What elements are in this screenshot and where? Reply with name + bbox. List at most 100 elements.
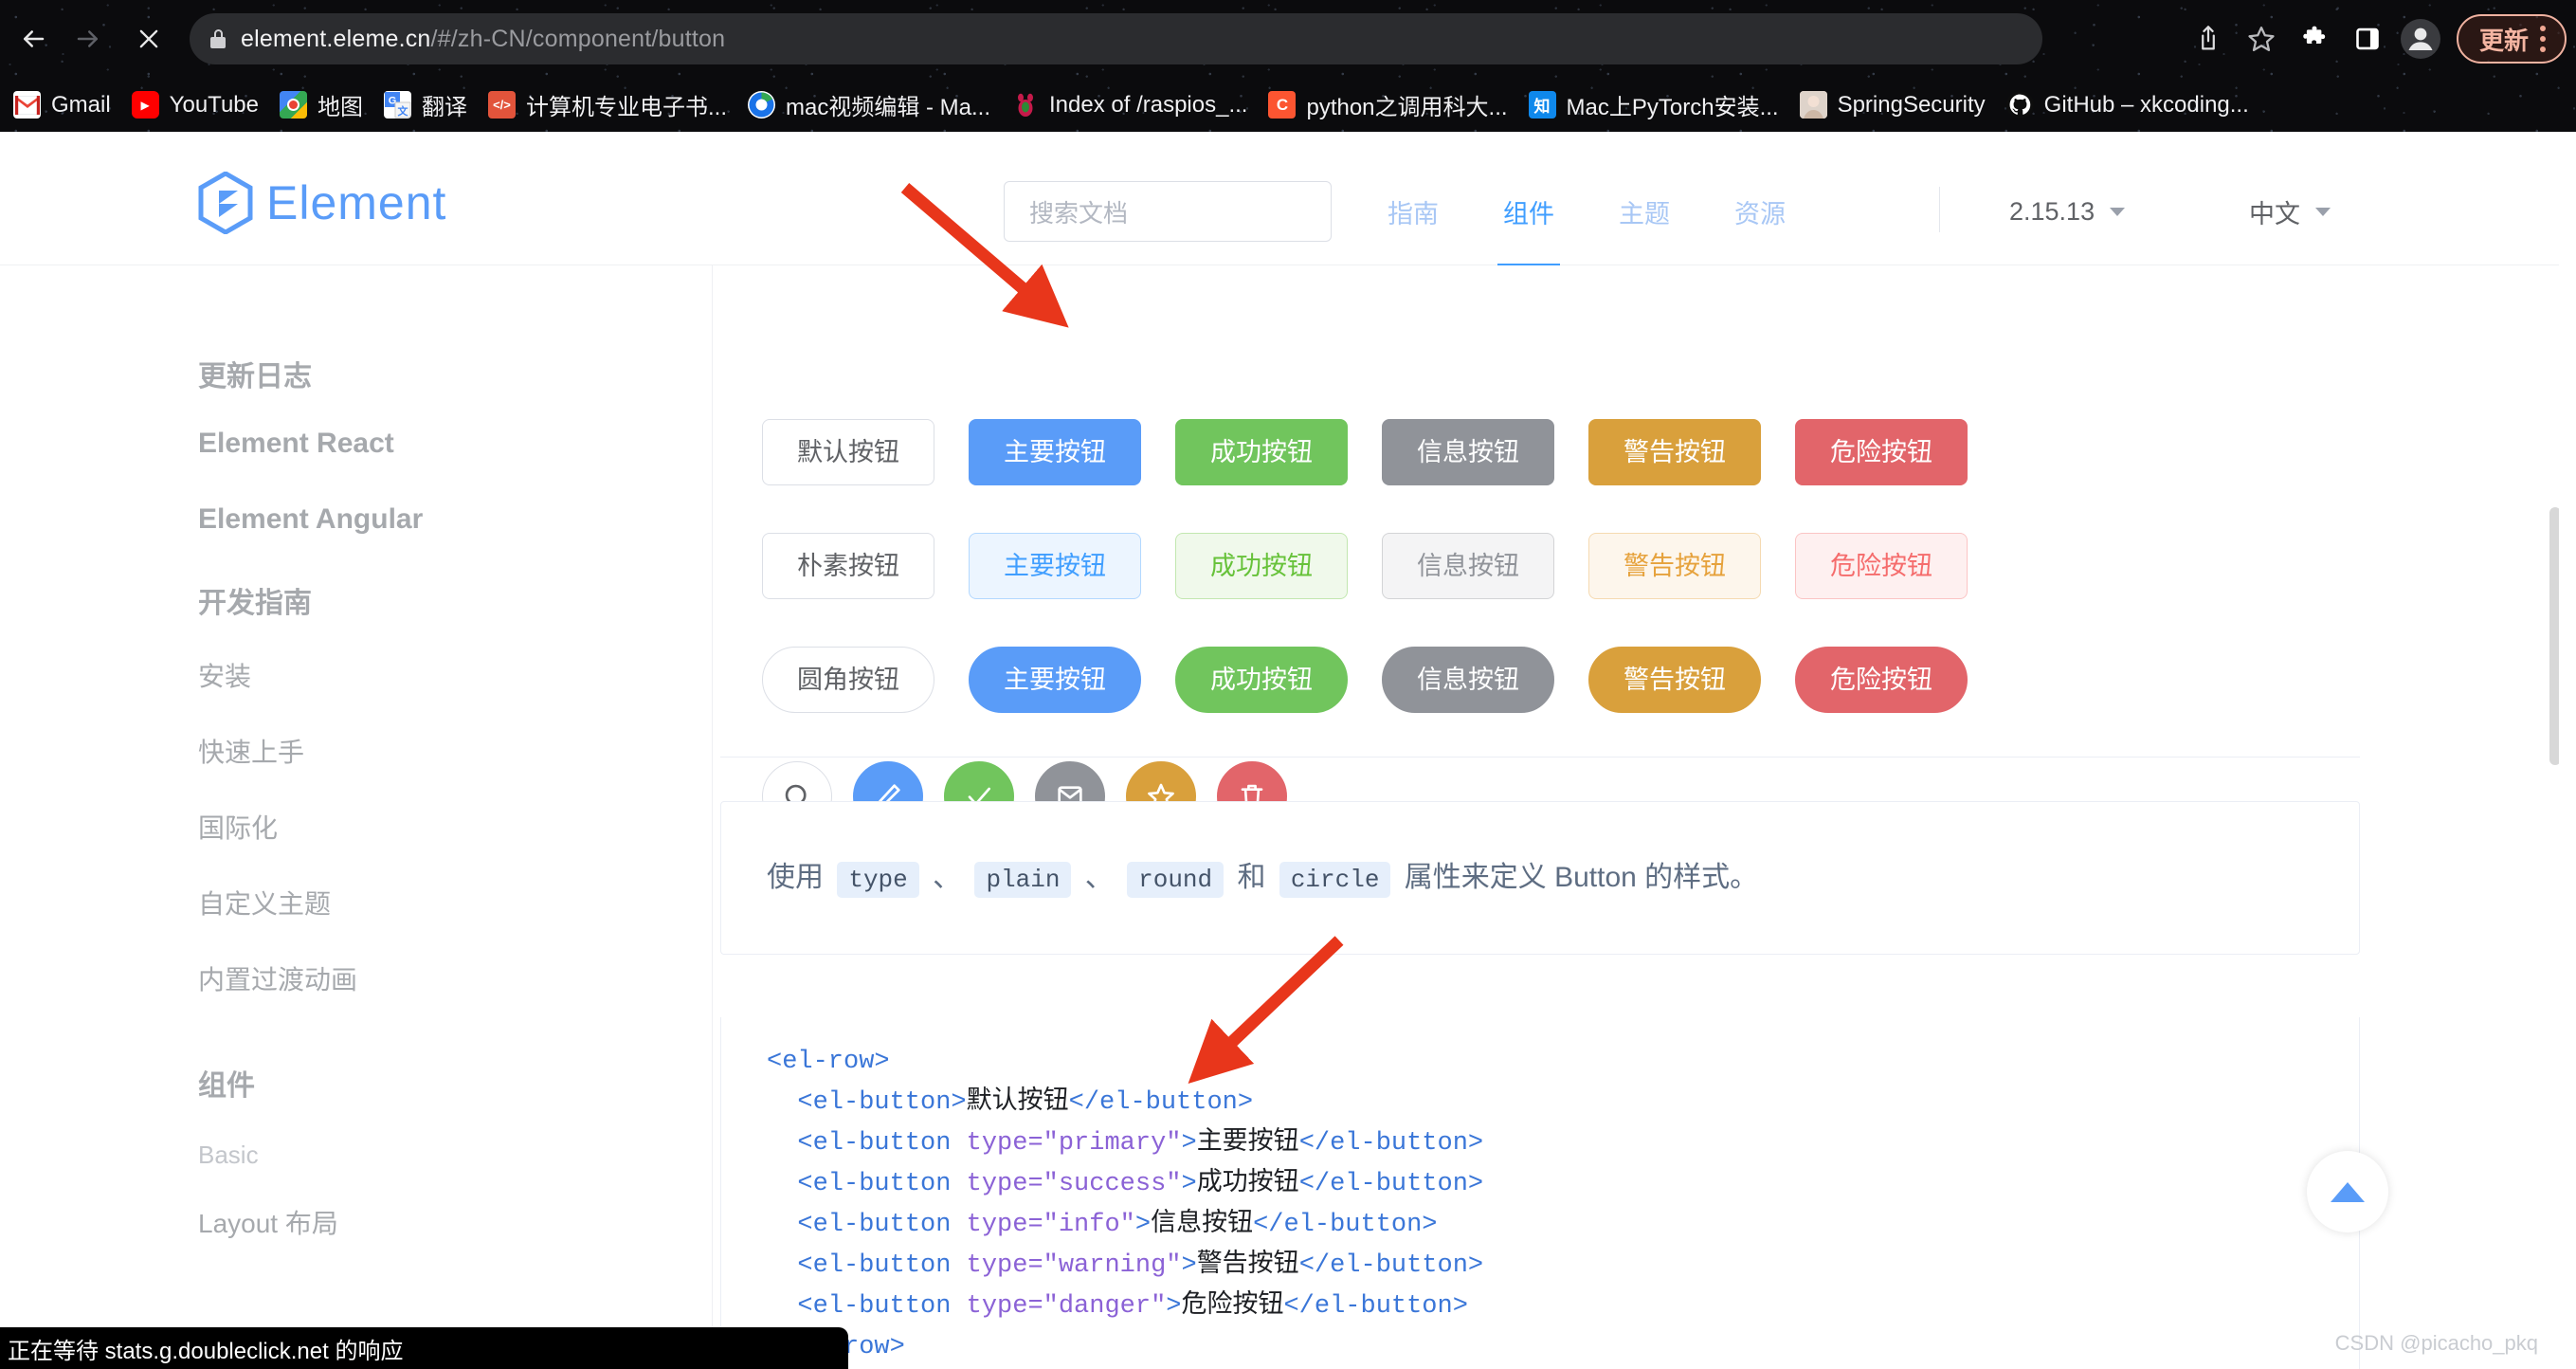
doc-sidebar: 更新日志 Element React Element Angular 开发指南安装快速… — [0, 265, 713, 1369]
inline-code: circle — [1279, 862, 1391, 898]
chevron-down-icon — [2110, 208, 2125, 216]
version-label: 2.15.13 — [2009, 197, 2095, 227]
button-demo-rows: 默认按钮主要按钮成功按钮信息按钮警告按钮危险按钮朴素按钮主要按钮成功按钮信息按钮… — [762, 406, 2335, 758]
code-card: <el-row> <el-button>默认按钮</el-button> <el… — [720, 1017, 2360, 1369]
arrow-right-icon — [74, 25, 102, 53]
sidebar-item-7[interactable]: 自定义主题 — [198, 884, 331, 922]
gmail-icon — [13, 91, 41, 119]
nav-link-2[interactable]: 主题 — [1587, 181, 1702, 242]
button-plain-buttons-default-plain[interactable]: 朴素按钮 — [762, 533, 934, 599]
side-panel-button[interactable] — [2341, 13, 2394, 64]
sidebar-item-4[interactable]: 安装 — [198, 656, 251, 694]
status-bubble: 正在等待 stats.g.doubleclick.net 的响应 — [0, 1327, 848, 1369]
sidebar-item-6[interactable]: 国际化 — [198, 808, 278, 846]
version-selector[interactable]: 2.15.13 — [2009, 181, 2125, 242]
screenshot-root: element.eleme.cn/#/zh-CN/component/butto… — [0, 0, 2576, 1369]
button-basic-buttons-danger[interactable]: 危险按钮 — [1795, 419, 1968, 485]
button-basic-buttons-primary[interactable]: 主要按钮 — [969, 419, 1141, 485]
sidebar-item-2[interactable]: Element Angular — [198, 503, 423, 536]
toolbar-actions: 更新 — [2182, 13, 2567, 64]
button-basic-buttons-success[interactable]: 成功按钮 — [1175, 419, 1348, 485]
sidebar-item-5[interactable]: 快速上手 — [198, 732, 304, 770]
language-selector[interactable]: 中文 — [2249, 181, 2331, 242]
button-basic-buttons-info[interactable]: 信息按钮 — [1382, 419, 1554, 485]
nav-link-3[interactable]: 资源 — [1702, 181, 1818, 242]
forward-button[interactable] — [68, 19, 108, 59]
inline-code: round — [1127, 862, 1224, 898]
button-round-buttons-success[interactable]: 成功按钮 — [1175, 647, 1348, 713]
bookmark-item[interactable]: mac视频编辑 - Ma... — [748, 88, 990, 121]
button-round-buttons-danger[interactable]: 危险按钮 — [1795, 647, 1968, 713]
button-round-buttons-default[interactable]: 圆角按钮 — [762, 647, 934, 713]
bookmark-item[interactable]: 地图 — [280, 88, 363, 121]
site-nav: 指南组件主题资源 — [1355, 181, 1818, 242]
button-plain-buttons-primary-plain[interactable]: 主要按钮 — [969, 533, 1141, 599]
extensions-button[interactable] — [2288, 13, 2341, 64]
button-plain-buttons-info-plain[interactable]: 信息按钮 — [1382, 533, 1554, 599]
share-button[interactable] — [2182, 13, 2235, 64]
bookmark-item[interactable]: GitHub – xkcoding... — [2006, 91, 2249, 119]
back-to-top-button[interactable] — [2307, 1151, 2388, 1232]
sidebar-item-3[interactable]: 开发指南 — [198, 579, 312, 621]
bookmark-item[interactable]: Index of /raspios_... — [1011, 91, 1247, 119]
button-basic-buttons-default[interactable]: 默认按钮 — [762, 419, 934, 485]
sidebar-item-9[interactable]: 组件 — [198, 1062, 255, 1104]
raspberry-pi-icon — [1011, 91, 1039, 119]
update-button[interactable]: 更新 — [2457, 14, 2567, 64]
bookmark-label: GitHub – xkcoding... — [2044, 92, 2249, 119]
person-avatar-icon — [2398, 16, 2443, 62]
bookmark-item[interactable]: Cpython之调用科大... — [1268, 88, 1507, 121]
bookmark-label: Gmail — [51, 92, 111, 119]
button-round-buttons-warning[interactable]: 警告按钮 — [1588, 647, 1761, 713]
youtube-icon: ▶ — [132, 91, 159, 119]
svg-text:文: 文 — [397, 104, 408, 118]
sidebar-item-0[interactable]: 更新日志 — [198, 353, 312, 394]
address-bar-url: element.eleme.cn/#/zh-CN/component/butto… — [241, 26, 725, 53]
stop-loading-button[interactable] — [129, 19, 169, 59]
bookmark-item[interactable]: SpringSecurity — [1800, 91, 1986, 119]
button-plain-buttons-warning-plain[interactable]: 警告按钮 — [1588, 533, 1761, 599]
inline-code: plain — [974, 862, 1071, 898]
bookmark-item[interactable]: </>计算机专业电子书... — [488, 88, 727, 121]
bookmark-label: Mac上PyTorch安装... — [1567, 88, 1779, 121]
button-plain-buttons-success-plain[interactable]: 成功按钮 — [1175, 533, 1348, 599]
button-basic-buttons-warning[interactable]: 警告按钮 — [1588, 419, 1761, 485]
page-content: Element 搜索文档 指南组件主题资源 2.15.13 中文 更新日志Ele… — [0, 132, 2559, 1369]
status-text: 正在等待 stats.g.doubleclick.net 的响应 — [8, 1332, 403, 1365]
page-viewport: Element 搜索文档 指南组件主题资源 2.15.13 中文 更新日志Ele… — [0, 132, 2576, 1369]
search-input[interactable]: 搜索文档 — [1004, 181, 1332, 242]
bookmark-button[interactable] — [2235, 13, 2288, 64]
bookmark-item[interactable]: ▶ YouTube — [132, 91, 259, 119]
zhihu-icon: 知 — [1529, 91, 1556, 119]
button-round-buttons-primary[interactable]: 主要按钮 — [969, 647, 1141, 713]
csdn-icon: C — [1268, 91, 1296, 119]
bookmark-label: YouTube — [170, 92, 259, 119]
button-plain-buttons-danger-plain[interactable]: 危险按钮 — [1795, 533, 1968, 599]
address-bar[interactable]: element.eleme.cn/#/zh-CN/component/butto… — [190, 13, 2042, 64]
github-icon — [2006, 91, 2034, 119]
nav-link-1[interactable]: 组件 — [1471, 181, 1587, 242]
nav-link-0[interactable]: 指南 — [1355, 181, 1471, 242]
bookmarks-bar: Gmail ▶ YouTube 地图 G文翻译 </>计算机专业电子书... mac视频编辑… — [0, 78, 2576, 132]
site-logo-text: Element — [266, 175, 446, 230]
search-placeholder: 搜索文档 — [1029, 194, 1128, 229]
sidebar-item-11[interactable]: Layout 布局 — [198, 1203, 338, 1241]
google-translate-icon: G文 — [384, 91, 411, 119]
browser-chrome: element.eleme.cn/#/zh-CN/component/butto… — [0, 0, 2576, 132]
basic-buttons: 默认按钮主要按钮成功按钮信息按钮警告按钮危险按钮 — [762, 419, 1968, 485]
profile-button[interactable] — [2394, 13, 2447, 64]
language-label: 中文 — [2249, 193, 2300, 230]
sidebar-item-1[interactable]: Element React — [198, 428, 394, 460]
kebab-menu-icon[interactable] — [2540, 26, 2546, 52]
arrow-left-icon — [19, 25, 47, 53]
bookmark-item[interactable]: 知 Mac上PyTorch安装... — [1529, 88, 1779, 121]
url-path: /#/zh-CN/component/button — [431, 26, 726, 52]
sidebar-item-8[interactable]: 内置过渡动画 — [198, 959, 357, 997]
bookmark-item[interactable]: Gmail — [13, 91, 111, 119]
site-logo[interactable]: Element — [198, 172, 446, 234]
round-buttons: 圆角按钮主要按钮成功按钮信息按钮警告按钮危险按钮 — [762, 647, 1968, 713]
bookmark-item[interactable]: G文翻译 — [384, 88, 467, 121]
back-button[interactable] — [13, 19, 53, 59]
star-icon — [2247, 25, 2276, 53]
button-round-buttons-info[interactable]: 信息按钮 — [1382, 647, 1554, 713]
